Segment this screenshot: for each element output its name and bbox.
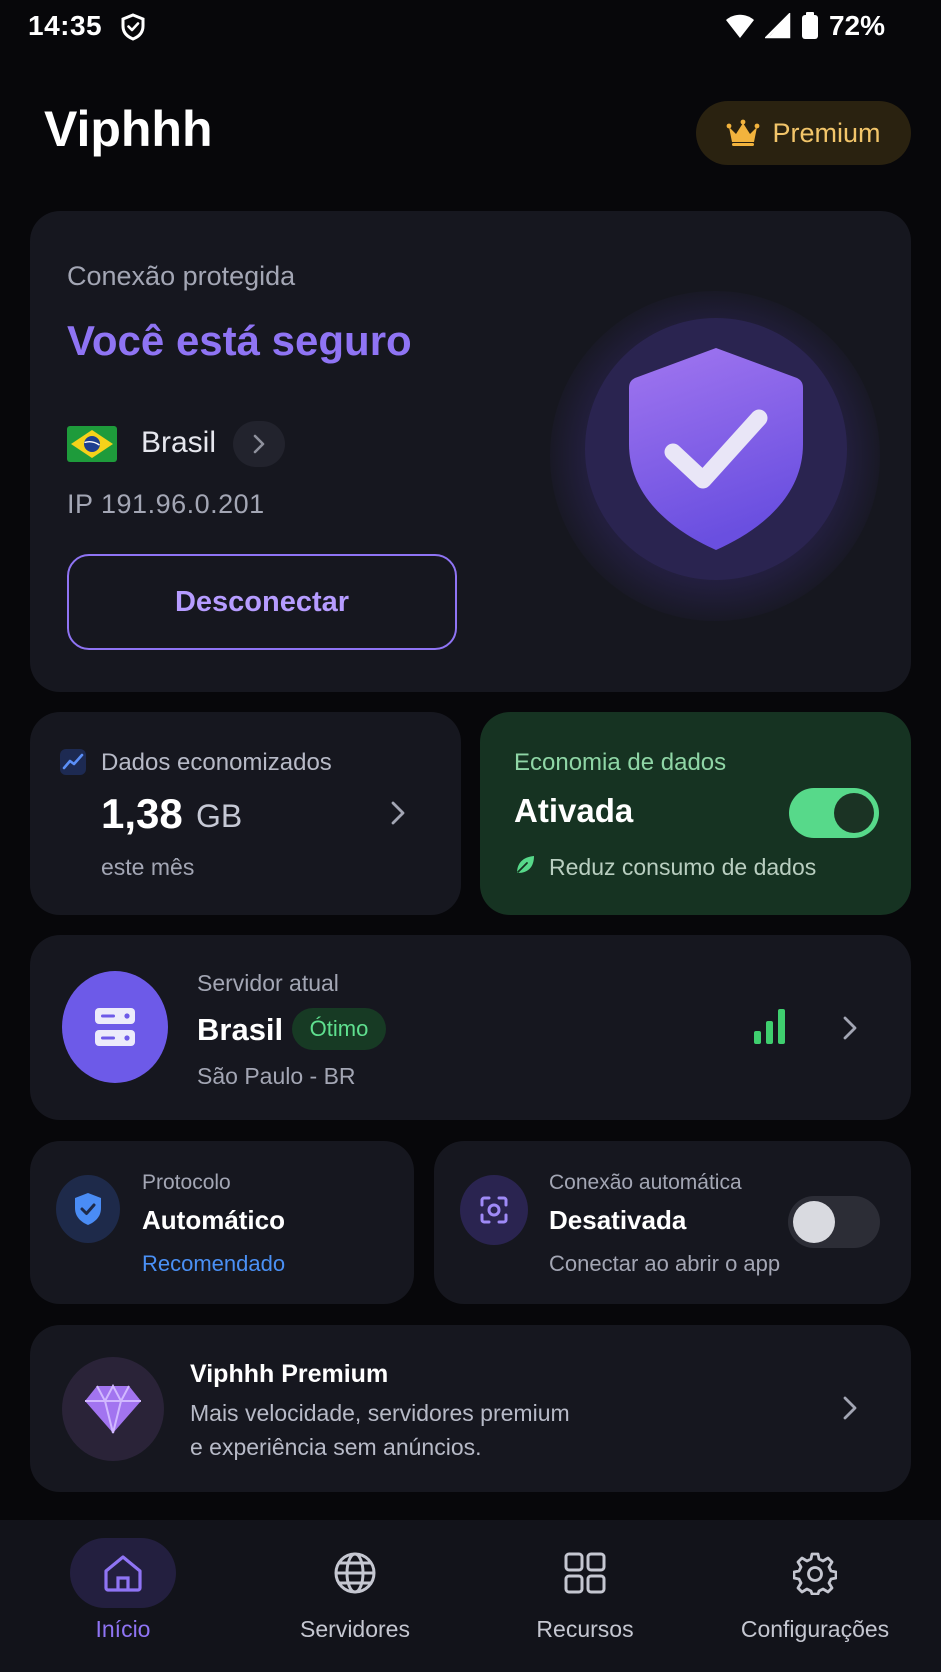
server-avatar (62, 971, 168, 1083)
shield-icon (121, 13, 145, 41)
nav-item-recursos[interactable]: Recursos (520, 1520, 650, 1672)
auto-connect-card: Conexão automática Desativada Conectar a… (434, 1141, 911, 1304)
protocol-recommended: Recomendado (142, 1251, 286, 1276)
premium-button-label: Premium (772, 117, 881, 148)
protocol-card[interactable]: Protocolo Automático Recomendado (30, 1141, 414, 1304)
chevron-right-icon (253, 434, 265, 454)
server-quality-badge: Ótimo (292, 1008, 386, 1050)
home-icon (104, 1555, 142, 1592)
bottom-navigation: Início Servidores Recursos Configurações (0, 1520, 941, 1672)
data-saver-label: Economia de dados (514, 749, 727, 776)
crown-icon (727, 119, 760, 146)
auto-connect-icon-wrap (460, 1175, 528, 1245)
promo-description-line-1: Mais velocidade, servidores premium (190, 1400, 570, 1426)
toggle-knob (834, 793, 874, 833)
data-saved-value: 1,38 (101, 790, 183, 837)
protocol-icon-wrap (56, 1175, 120, 1243)
diamond-icon (85, 1383, 141, 1434)
brazil-flag-icon (67, 426, 117, 462)
disconnect-button[interactable]: Desconectar (67, 554, 457, 650)
connection-card: Conexão protegida Você está seguro Brasi… (30, 211, 911, 692)
premium-button[interactable]: Premium (696, 101, 911, 165)
server-city: São Paulo - BR (197, 1063, 356, 1089)
app-title: Viphhh (44, 101, 213, 157)
server-label: Servidor atual (197, 970, 339, 996)
promo-icon-wrap (62, 1357, 164, 1461)
data-saver-toggle[interactable] (789, 788, 879, 838)
nav-icon-wrap (302, 1538, 408, 1608)
data-saved-card[interactable]: Dados economizados 1,38 GB este mês (30, 712, 461, 915)
premium-promo-card[interactable]: Viphhh Premium Mais velocidade, servidor… (30, 1325, 911, 1492)
wifi-icon (725, 14, 754, 38)
leaf-icon (517, 856, 534, 873)
battery-icon (801, 12, 818, 39)
auto-connect-toggle[interactable] (788, 1196, 880, 1248)
battery-percent: 72% (828, 10, 885, 41)
auto-connect-label: Conexão automática (549, 1171, 742, 1194)
shield-check-icon (629, 348, 803, 550)
server-icon (95, 1008, 135, 1046)
globe-icon (334, 1552, 376, 1594)
chevron-right-icon (843, 1016, 857, 1040)
server-name: Brasil (197, 1012, 284, 1047)
promo-title: Viphhh Premium (190, 1360, 389, 1388)
current-server-card[interactable]: Servidor atual Brasil Ótimo São Paulo - … (30, 935, 911, 1120)
status-time: 14:35 (28, 10, 103, 41)
grid-icon (564, 1552, 606, 1594)
country-name[interactable]: Brasil (141, 426, 216, 460)
trend-chart-icon (60, 749, 86, 775)
gear-icon (793, 1552, 837, 1595)
connection-subtitle: Conexão protegida (67, 261, 296, 291)
nav-label: Recursos (536, 1616, 634, 1642)
promo-description-line-2: e experiência sem anúncios. (190, 1434, 482, 1460)
signal-strength-icon (754, 1009, 785, 1044)
data-saver-description: Reduz consumo de dados (549, 854, 817, 880)
ip-address: IP 191.96.0.201 (67, 489, 265, 519)
toggle-knob (793, 1201, 835, 1243)
nav-icon-wrap (532, 1538, 638, 1608)
signal-icon (764, 13, 791, 39)
connection-title: Você está seguro (67, 317, 412, 364)
country-select-button[interactable] (233, 421, 285, 467)
chevron-right-icon (391, 801, 405, 825)
nav-icon-wrap (762, 1538, 868, 1608)
protocol-value: Automático (142, 1205, 285, 1235)
focus-icon (480, 1196, 508, 1224)
nav-item-servidores[interactable]: Servidores (290, 1520, 420, 1672)
auto-connect-value: Desativada (549, 1205, 687, 1235)
nav-label: Configurações (740, 1616, 890, 1642)
data-saver-status: Ativada (514, 792, 634, 829)
data-saver-card: Economia de dados Ativada Reduz consumo … (480, 712, 911, 915)
data-saved-period: este mês (101, 854, 195, 880)
data-saved-unit: GB (196, 798, 243, 834)
nav-label: Servidores (300, 1616, 410, 1642)
shield-check-icon (75, 1193, 101, 1225)
nav-label: Início (95, 1616, 151, 1642)
nav-item-configuracoes[interactable]: Configurações (735, 1520, 895, 1672)
protocol-label: Protocolo (142, 1171, 231, 1194)
status-indicators: 72% (725, 10, 885, 42)
chevron-right-icon (843, 1396, 857, 1420)
nav-item-inicio[interactable]: Início (70, 1520, 176, 1672)
auto-connect-description: Conectar ao abrir o app (549, 1251, 781, 1276)
data-saved-label: Dados economizados (101, 749, 332, 776)
nav-icon-wrap (70, 1538, 176, 1608)
